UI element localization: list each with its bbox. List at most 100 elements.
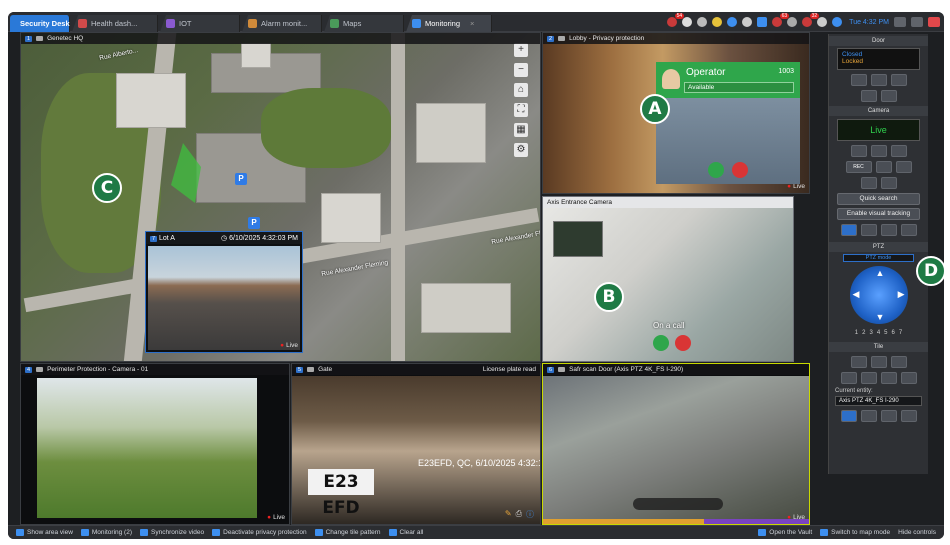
volume-icon[interactable] bbox=[817, 17, 828, 27]
hand-icon[interactable] bbox=[787, 17, 798, 27]
operator-status-select[interactable]: Available bbox=[684, 82, 794, 93]
tab-health-dashboard[interactable]: Health dash... bbox=[72, 15, 158, 32]
door-unlock-button[interactable] bbox=[850, 74, 867, 86]
change-tile-pattern-button[interactable]: Change tile pattern bbox=[314, 529, 381, 536]
zoom-button[interactable] bbox=[840, 224, 857, 236]
bell-icon[interactable] bbox=[682, 17, 693, 27]
tab-iot[interactable]: IOT bbox=[160, 15, 240, 32]
street-label: Rue Alexander Fleming bbox=[320, 259, 389, 278]
alarm-tray-icon[interactable]: 54 bbox=[667, 13, 685, 27]
tile-back-button[interactable] bbox=[840, 372, 857, 384]
pause-call-button[interactable] bbox=[653, 335, 669, 351]
synchronize-video-button[interactable]: Synchronize video bbox=[140, 529, 204, 536]
clock: Tue 4:32 PM bbox=[849, 18, 889, 26]
hang-up-button[interactable] bbox=[732, 162, 748, 178]
gate-tile[interactable]: 5 Gate License plate read E23 EFD E23EFD… bbox=[291, 363, 541, 525]
ptz-mode-select[interactable]: PTZ mode bbox=[843, 254, 914, 262]
operator-call-card[interactable]: Operator 1003 Available bbox=[656, 62, 800, 184]
clear-all-button[interactable]: Clear all bbox=[388, 529, 423, 536]
door-open-button[interactable] bbox=[870, 74, 887, 86]
next-button[interactable] bbox=[900, 224, 917, 236]
camera-icon bbox=[558, 367, 566, 372]
monitoring-button[interactable]: Monitoring (2) bbox=[80, 529, 132, 536]
tile-fullscreen-button[interactable] bbox=[850, 356, 867, 368]
scan-door-tile[interactable]: 6 Safr scan Door (Axis PTZ 4K_FS I-290) … bbox=[542, 363, 810, 525]
parking-pin[interactable]: P bbox=[235, 173, 247, 185]
axis-entrance-tile[interactable]: Axis Entrance Camera On a call bbox=[542, 196, 794, 362]
parking-pin[interactable]: P bbox=[248, 217, 260, 229]
loop-button[interactable] bbox=[895, 161, 912, 173]
pause-button[interactable] bbox=[870, 145, 887, 157]
tab-alarm-monitoring[interactable]: Alarm monit... bbox=[242, 15, 322, 32]
current-entity-select[interactable]: Axis PTZ 4K_FS I-290 bbox=[835, 396, 922, 406]
show-area-view-button[interactable]: Show area view bbox=[16, 529, 73, 536]
switch-map-mode-button[interactable]: Switch to map mode bbox=[820, 529, 890, 536]
bookmark-button[interactable] bbox=[860, 177, 877, 189]
playback-controls[interactable] bbox=[633, 498, 723, 510]
timeline-bar[interactable] bbox=[543, 519, 809, 524]
open-vault-button[interactable]: Open the Vault bbox=[758, 529, 812, 536]
tile-forward-button[interactable] bbox=[860, 372, 877, 384]
lot-a-video[interactable] bbox=[148, 246, 300, 350]
settings-icon[interactable]: ⚙ bbox=[514, 143, 528, 157]
door-lock-button[interactable] bbox=[890, 74, 907, 86]
privacy-protection-button[interactable]: Deactivate privacy protection bbox=[212, 529, 307, 536]
live-indicator: Live bbox=[787, 514, 805, 521]
info-icon[interactable] bbox=[727, 17, 738, 27]
minimize-button[interactable] bbox=[894, 17, 906, 27]
rewind-button[interactable] bbox=[850, 145, 867, 157]
entity-forward-button[interactable] bbox=[900, 410, 917, 422]
pip-video[interactable] bbox=[553, 221, 603, 257]
notification-icon[interactable]: 63 bbox=[772, 13, 790, 27]
color-button[interactable] bbox=[880, 224, 897, 236]
ptz-up-icon[interactable]: ▲ bbox=[876, 268, 885, 278]
export-button[interactable] bbox=[880, 177, 897, 189]
quick-search-button[interactable]: Quick search bbox=[837, 193, 920, 205]
status-icon[interactable] bbox=[712, 17, 723, 27]
zoom-out-button[interactable]: − bbox=[514, 63, 528, 77]
snapshot-button[interactable] bbox=[875, 161, 892, 173]
ptz-joystick[interactable]: ▲ ▼ ◀ ▶ bbox=[849, 266, 908, 324]
door-maintenance-button[interactable] bbox=[880, 90, 897, 102]
visual-tracking-button[interactable]: Enable visual tracking bbox=[837, 208, 920, 220]
end-call-button[interactable] bbox=[675, 335, 691, 351]
ptz-left-icon[interactable]: ◀ bbox=[853, 289, 860, 300]
close-tab-icon[interactable]: × bbox=[470, 19, 474, 28]
tile-home-button[interactable] bbox=[880, 372, 897, 384]
tile-image-button[interactable] bbox=[870, 356, 887, 368]
tab-security-desk[interactable]: Security Desk bbox=[10, 15, 70, 32]
previous-button[interactable] bbox=[860, 224, 877, 236]
layers-button[interactable]: ▦ bbox=[514, 123, 528, 137]
print-icon[interactable]: ⎙ bbox=[516, 509, 522, 520]
lot-a-popup[interactable]: 7 Lot A ◷ 6/10/2025 4:32:03 PM Live bbox=[145, 231, 303, 353]
door-shunt-button[interactable] bbox=[860, 90, 877, 102]
entity-play-button[interactable] bbox=[880, 410, 897, 422]
ptz-right-icon[interactable]: ▶ bbox=[898, 289, 905, 300]
info-icon[interactable]: ⓘ bbox=[526, 509, 534, 520]
warning-icon[interactable] bbox=[697, 17, 708, 27]
vault-icon bbox=[758, 529, 767, 536]
answer-call-button[interactable] bbox=[708, 162, 724, 178]
network-icon[interactable] bbox=[832, 17, 843, 27]
edit-icon[interactable]: ✎ bbox=[505, 509, 512, 520]
tile-refresh-button[interactable] bbox=[900, 372, 917, 384]
hide-controls-button[interactable]: Hide controls bbox=[898, 529, 936, 536]
home-view-button[interactable]: ⌂ bbox=[514, 83, 528, 97]
tab-maps[interactable]: Maps bbox=[324, 15, 404, 32]
zoom-in-button[interactable]: + bbox=[514, 43, 528, 57]
entity-rewind-button[interactable] bbox=[860, 410, 877, 422]
record-button[interactable]: REC bbox=[845, 161, 872, 173]
forward-button[interactable] bbox=[890, 145, 907, 157]
close-window-button[interactable] bbox=[928, 17, 940, 27]
tile-video-button[interactable] bbox=[890, 356, 907, 368]
fullscreen-map-button[interactable]: ⛶ bbox=[514, 103, 528, 117]
entity-stop-button[interactable] bbox=[840, 410, 857, 422]
save-icon[interactable] bbox=[757, 17, 768, 27]
perimeter-video[interactable] bbox=[37, 378, 257, 518]
tab-monitoring[interactable]: Monitoring × bbox=[406, 15, 492, 32]
message-icon[interactable]: 32 bbox=[802, 13, 820, 27]
perimeter-tile[interactable]: 4 Perimeter Protection - Camera - 01 Liv… bbox=[20, 363, 290, 525]
maximize-button[interactable] bbox=[911, 17, 923, 27]
download-icon[interactable] bbox=[742, 17, 753, 27]
ptz-down-icon[interactable]: ▼ bbox=[876, 312, 885, 322]
